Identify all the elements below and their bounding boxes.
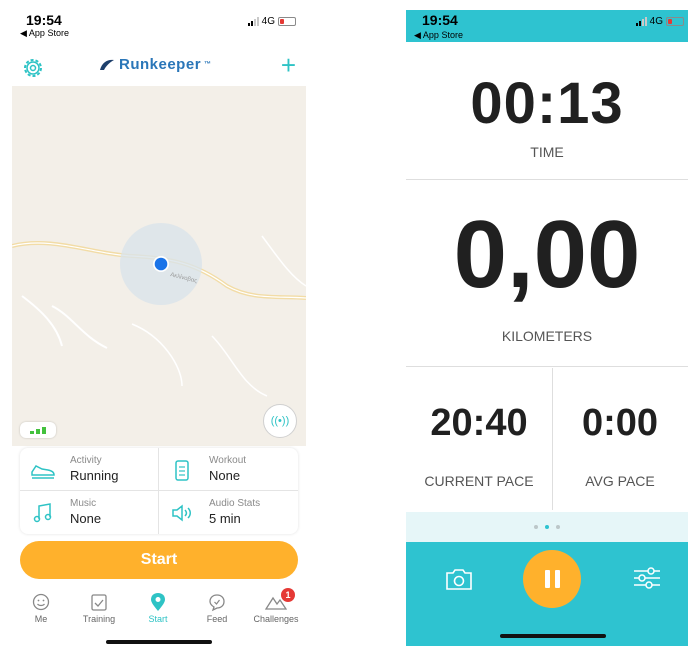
run-controls xyxy=(406,542,688,646)
page-dot-active xyxy=(545,525,549,529)
logo-trademark: ™ xyxy=(204,61,212,68)
tab-feed[interactable]: Feed xyxy=(188,588,246,634)
plus-icon[interactable]: + xyxy=(281,52,296,78)
pause-icon-bar xyxy=(544,570,550,588)
runkeeper-active-run-screen: 19:54 ◀ App Store 4G 00:13 TIME 0,00 KIL… xyxy=(406,10,688,646)
live-beacon-icon[interactable]: ((•)) xyxy=(263,404,297,438)
back-to-app-store[interactable]: ◀ App Store xyxy=(414,30,463,41)
tab-feed-label: Feed xyxy=(206,614,228,624)
audio-stats-value: 5 min xyxy=(209,511,241,526)
workout-value: None xyxy=(209,468,241,483)
network-type: 4G xyxy=(261,16,275,27)
page-dot xyxy=(534,525,538,529)
status-indicators: 4G xyxy=(635,16,684,27)
divider xyxy=(406,366,688,367)
tab-challenges-label: Challenges xyxy=(253,614,299,624)
activity-label: Activity xyxy=(70,455,102,466)
current-pace-label: CURRENT PACE xyxy=(424,473,534,489)
current-location-dot xyxy=(154,257,168,271)
workout-label: Workout xyxy=(209,455,247,466)
speaker-icon xyxy=(172,504,191,522)
camera-icon[interactable] xyxy=(444,566,474,592)
app-header: Runkeeper ™ + xyxy=(12,50,306,84)
audio-stats-setting[interactable]: Audio Stats 5 min xyxy=(159,491,298,534)
home-indicator[interactable] xyxy=(500,634,606,638)
pause-button[interactable] xyxy=(523,550,581,608)
status-bar: 19:54 ◀ App Store 4G xyxy=(406,10,688,42)
home-indicator[interactable] xyxy=(106,640,212,644)
page-indicator[interactable] xyxy=(406,512,688,542)
logo-text: Runkeeper xyxy=(119,56,202,73)
runkeeper-start-screen: 19:54 ◀ App Store 4G Runkeeper ™ + Ακλίν… xyxy=(12,10,306,646)
music-value: None xyxy=(70,511,102,526)
page-dot xyxy=(556,525,560,529)
smiley-icon xyxy=(32,593,50,611)
runkeeper-logo: Runkeeper ™ xyxy=(98,56,212,73)
music-label: Music xyxy=(70,498,97,509)
calendar-check-icon xyxy=(91,594,107,611)
shoe-icon xyxy=(31,465,55,479)
avg-pace-label: AVG PACE xyxy=(585,473,655,489)
battery-icon xyxy=(278,17,296,26)
map-roads: Ακλίνοβας xyxy=(12,223,306,397)
gps-signal-badge xyxy=(20,422,56,438)
gear-icon[interactable] xyxy=(20,55,46,81)
status-time: 19:54 xyxy=(422,12,458,28)
tab-training-label: Training xyxy=(82,614,116,624)
runkeeper-logo-icon xyxy=(100,59,114,70)
tab-start[interactable]: Start xyxy=(129,588,187,634)
location-pin-icon xyxy=(151,593,165,611)
challenges-badge: 1 xyxy=(281,588,295,602)
battery-icon xyxy=(666,17,684,26)
tab-start-label: Start xyxy=(148,614,168,624)
signal-icon xyxy=(247,17,259,26)
status-time: 19:54 xyxy=(26,12,62,28)
avg-pace-value: 0:00 xyxy=(581,402,659,444)
workout-setting[interactable]: Workout None xyxy=(159,448,298,491)
divider xyxy=(406,179,688,180)
audio-stats-label: Audio Stats xyxy=(209,498,261,509)
speech-bubble-icon xyxy=(209,594,225,612)
distance-label: KILOMETERS xyxy=(501,328,593,344)
current-pace-value: 20:40 xyxy=(430,402,528,444)
activity-setting[interactable]: Activity Running xyxy=(20,448,159,491)
sliders-icon[interactable] xyxy=(632,564,662,592)
start-button[interactable]: Start xyxy=(20,541,298,579)
tab-me[interactable]: Me xyxy=(12,588,70,634)
back-to-app-store[interactable]: ◀ App Store xyxy=(20,28,69,39)
activity-value: Running xyxy=(70,468,119,483)
signal-icon xyxy=(635,17,647,26)
map-view[interactable]: Ακλίνοβας xyxy=(12,86,306,446)
pause-icon-bar xyxy=(554,570,560,588)
music-setting[interactable]: Music None xyxy=(20,491,159,534)
clipboard-icon xyxy=(175,460,189,481)
status-indicators: 4G xyxy=(247,16,296,27)
elapsed-time-label: TIME xyxy=(530,144,564,160)
music-note-icon xyxy=(33,503,52,523)
elapsed-time-value: 00:13 xyxy=(470,71,624,136)
tab-me-label: Me xyxy=(34,614,48,624)
tab-challenges[interactable]: 1 Challenges xyxy=(247,588,305,634)
network-type: 4G xyxy=(649,16,663,27)
tab-training[interactable]: Training xyxy=(70,588,128,634)
distance-value: 0,00 xyxy=(453,201,641,308)
tab-bar: Me Training Start Feed 1 Challenges xyxy=(12,588,306,634)
activity-settings-panel: Activity Running Workout None Music None xyxy=(20,448,298,534)
